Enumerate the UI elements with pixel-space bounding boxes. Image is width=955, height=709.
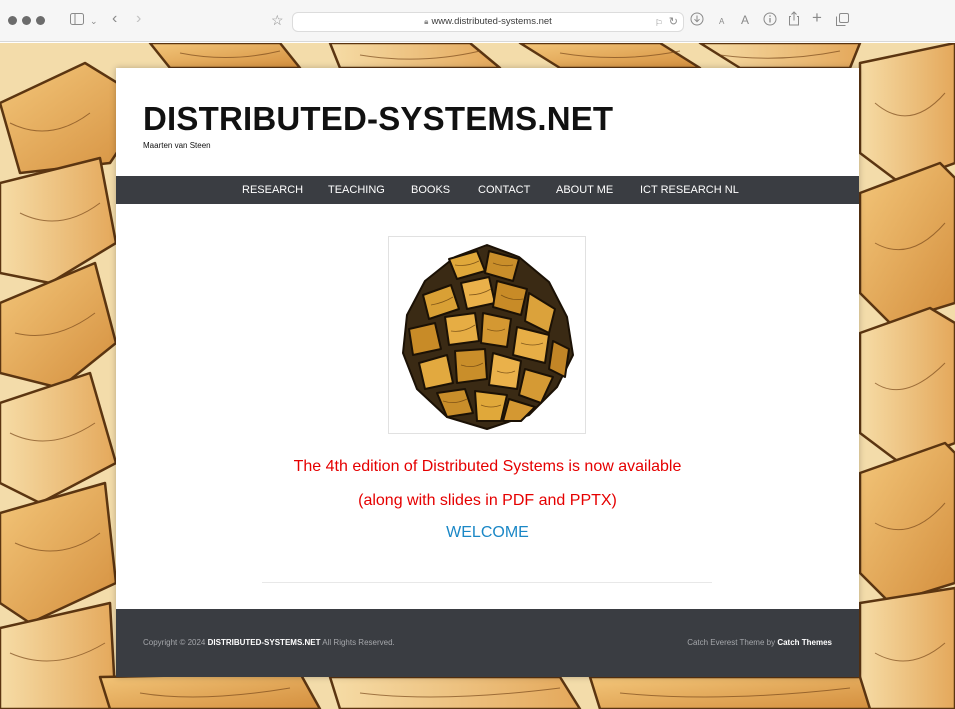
- nav-item-about-me[interactable]: ABOUT ME: [556, 184, 613, 196]
- footer-theme-credit: Catch Everest Theme by Catch Themes: [687, 638, 832, 647]
- tab-overview-icon[interactable]: [836, 13, 849, 28]
- wooden-puzzle-image: [388, 236, 586, 434]
- text-larger-button[interactable]: A: [741, 13, 749, 27]
- nav-item-contact[interactable]: CONTACT: [478, 184, 530, 196]
- close-window-button[interactable]: [8, 16, 17, 25]
- main-navigation: RESEARCH TEACHING BOOKS CONTACT ABOUT ME…: [116, 176, 859, 204]
- back-arrow-icon[interactable]: ‹: [112, 11, 117, 27]
- star-icon[interactable]: ☆: [271, 13, 284, 27]
- site-footer: Copyright © 2024 DISTRIBUTED-SYSTEMS.NET…: [116, 609, 859, 677]
- footer-copyright: Copyright © 2024 DISTRIBUTED-SYSTEMS.NET…: [143, 638, 395, 647]
- wooden-puzzle-illustration: [402, 244, 574, 430]
- site-title[interactable]: DISTRIBUTED-SYSTEMS.NET: [143, 100, 613, 138]
- forward-arrow-icon[interactable]: ›: [136, 11, 141, 27]
- welcome-heading: WELCOME: [446, 524, 529, 541]
- new-tab-icon[interactable]: +: [812, 9, 822, 26]
- footer-theme-link[interactable]: Catch Themes: [777, 638, 832, 647]
- text-smaller-button[interactable]: A: [719, 15, 724, 29]
- nav-item-research[interactable]: RESEARCH: [242, 184, 303, 196]
- nav-item-ict-research-nl[interactable]: ICT RESEARCH NL: [640, 184, 739, 196]
- web-page: DISTRIBUTED-SYSTEMS.NET Maarten van Stee…: [0, 43, 955, 709]
- translate-icon[interactable]: ⚐: [655, 16, 663, 30]
- zoom-window-button[interactable]: [36, 16, 45, 25]
- footer-site-link[interactable]: DISTRIBUTED-SYSTEMS.NET: [208, 638, 321, 647]
- share-icon[interactable]: [788, 11, 800, 28]
- notice-slides[interactable]: (along with slides in PDF and PPTX): [116, 492, 859, 510]
- nav-item-teaching[interactable]: TEACHING: [328, 184, 385, 196]
- sidebar-toggle-icon[interactable]: [70, 13, 84, 27]
- reload-icon[interactable]: ↻: [669, 15, 678, 29]
- download-icon[interactable]: [690, 12, 704, 28]
- info-icon[interactable]: [763, 12, 777, 28]
- address-bar[interactable]: 🔒︎ www.distributed-systems.net ⚐ ↻: [292, 12, 684, 32]
- content-divider: [262, 582, 712, 583]
- content-container: DISTRIBUTED-SYSTEMS.NET Maarten van Stee…: [116, 68, 859, 677]
- nav-item-books[interactable]: BOOKS: [411, 184, 450, 196]
- lock-icon: 🔒︎: [424, 17, 429, 26]
- chevron-down-icon[interactable]: ⌄: [90, 14, 98, 28]
- browser-toolbar: ⌄ ‹ › ☆ 🔒︎ www.distributed-systems.net ⚐ …: [0, 0, 955, 42]
- address-url[interactable]: 🔒︎ www.distributed-systems.net: [293, 16, 683, 27]
- minimize-window-button[interactable]: [22, 16, 31, 25]
- notice-fourth-edition[interactable]: The 4th edition of Distributed Systems i…: [116, 458, 859, 476]
- site-tagline: Maarten van Steen: [143, 141, 211, 150]
